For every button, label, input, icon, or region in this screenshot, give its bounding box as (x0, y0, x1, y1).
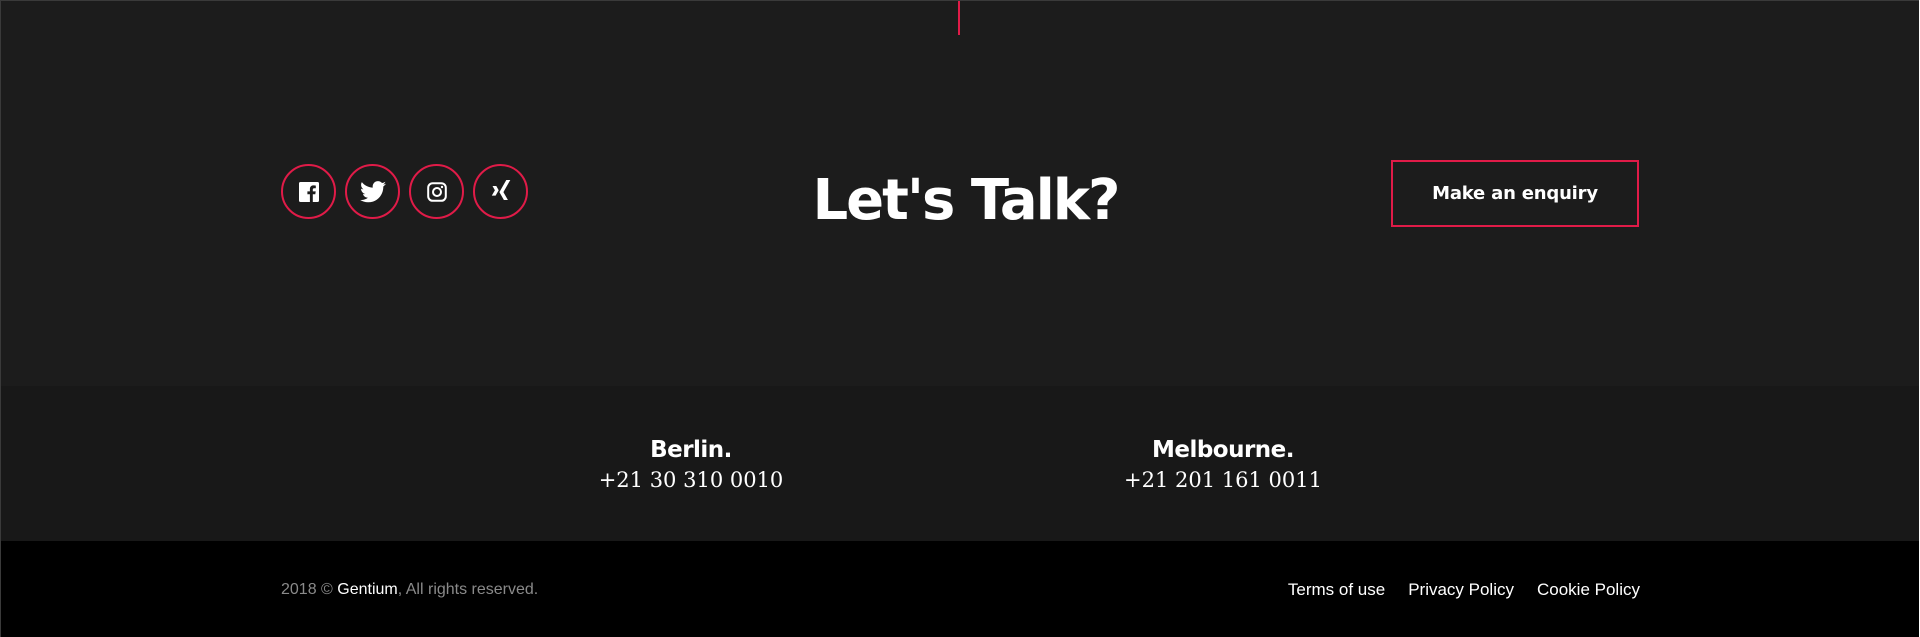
page: Let's Talk? Make an enquiry Berlin. +21 … (0, 0, 1919, 637)
offices-section: Berlin. +21 30 310 0010 Melbourne. +21 2… (1, 386, 1919, 541)
copyright-suffix: , All rights reserved. (397, 581, 539, 598)
copyright-text: 2018 © Gentium, All rights reserved. (281, 579, 538, 601)
office-city: Berlin. (650, 437, 732, 463)
cookie-policy-link[interactable]: Cookie Policy (1537, 579, 1640, 601)
terms-of-use-link[interactable]: Terms of use (1288, 579, 1385, 601)
make-enquiry-button[interactable]: Make an enquiry (1391, 160, 1639, 227)
accent-divider (958, 1, 960, 35)
footer: 2018 © Gentium, All rights reserved. Ter… (1, 541, 1919, 637)
contact-section: Let's Talk? Make an enquiry (1, 1, 1919, 386)
legal-links: Terms of use Privacy Policy Cookie Polic… (1288, 579, 1640, 601)
office-berlin: Berlin. +21 30 310 0010 (541, 435, 841, 495)
office-phone-link[interactable]: +21 30 310 0010 (541, 465, 841, 495)
office-phone-link[interactable]: +21 201 161 0011 (1073, 465, 1373, 495)
privacy-policy-link[interactable]: Privacy Policy (1408, 579, 1514, 601)
copyright-prefix: 2018 © (281, 581, 333, 598)
brand-link[interactable]: Gentium (337, 581, 397, 598)
office-melbourne: Melbourne. +21 201 161 0011 (1073, 435, 1373, 495)
office-city: Melbourne. (1151, 437, 1295, 463)
